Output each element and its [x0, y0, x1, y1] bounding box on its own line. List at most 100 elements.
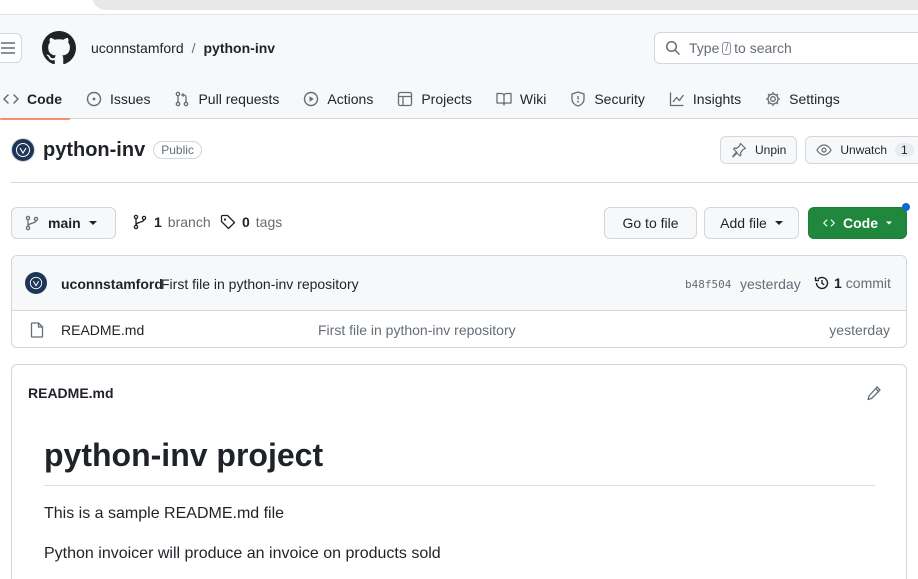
readme-paragraph: Python invoicer will produce an invoice … — [44, 545, 441, 562]
file-icon — [30, 322, 44, 338]
tab-insights[interactable]: Insights — [661, 79, 749, 119]
repo-header: uconnstamford / python-inv Type / to sea… — [0, 15, 918, 120]
caret-down-icon — [88, 221, 97, 225]
tab-label: Issues — [110, 91, 151, 107]
readme-divider — [44, 485, 875, 486]
readme-heading: python-inv project — [44, 437, 324, 473]
owner-avatar[interactable] — [11, 138, 35, 162]
readme-paragraph: This is a sample README.md file — [44, 505, 285, 522]
tab-settings[interactable]: Settings — [757, 79, 848, 119]
code-button-label: Code — [843, 215, 878, 231]
branch-name: main — [48, 215, 81, 231]
branch-count: 1 — [154, 214, 162, 230]
git-pull-request-icon — [176, 91, 189, 107]
table-icon — [398, 91, 413, 107]
file-commit-message[interactable]: First file in python-inv repository — [318, 322, 516, 338]
play-icon — [304, 91, 319, 107]
unpin-button[interactable]: Unpin — [720, 136, 798, 164]
readme-panel: README.md python-inv project This is a s… — [11, 364, 907, 579]
commit-author[interactable]: uconnstamford — [61, 276, 163, 292]
repo-nav-tabs: Code Issues Pull requests Actions Projec… — [0, 79, 856, 120]
browser-tab[interactable] — [92, 0, 918, 10]
tag-count: 0 — [242, 214, 250, 230]
tab-wiki[interactable]: Wiki — [488, 79, 554, 119]
history-icon — [814, 276, 829, 290]
tag-count-label: tags — [255, 214, 283, 230]
book-icon — [496, 92, 512, 106]
visibility-badge: Public — [153, 141, 202, 159]
repo-title-row: python-inv Public — [11, 138, 202, 162]
owner-logo-icon — [29, 276, 43, 290]
branches-link[interactable]: 1 branch — [132, 214, 211, 230]
hamburger-icon — [1, 42, 15, 54]
tab-label: Projects — [421, 91, 472, 107]
tab-security[interactable]: Security — [562, 79, 653, 119]
tab-label: Settings — [789, 91, 840, 107]
repo-actions: Unpin Unwatch 1 — [720, 136, 918, 164]
branch-select-button[interactable]: main — [11, 207, 116, 239]
git-branch-icon — [25, 215, 39, 231]
graph-icon — [669, 92, 684, 107]
tags-link[interactable]: 0 tags — [220, 214, 282, 230]
git-branch-icon — [133, 214, 147, 230]
title-divider — [11, 182, 918, 183]
search-placeholder-prefix: Type — [689, 40, 720, 56]
shield-icon — [571, 91, 585, 107]
browser-tab-strip — [0, 0, 918, 14]
tab-actions[interactable]: Actions — [295, 79, 381, 119]
tab-label: Actions — [327, 91, 374, 107]
code-dropdown-button[interactable]: Code — [808, 207, 907, 239]
search-icon — [665, 40, 681, 56]
tab-label: Code — [27, 91, 62, 107]
go-to-file-button[interactable]: Go to file — [604, 207, 697, 239]
go-to-file-label: Go to file — [622, 215, 679, 231]
add-file-button[interactable]: Add file — [704, 207, 799, 239]
breadcrumb-separator: / — [191, 40, 196, 56]
repo-link[interactable]: python-inv — [204, 40, 276, 56]
caret-down-icon — [886, 221, 892, 225]
pencil-icon[interactable] — [866, 385, 882, 401]
code-icon — [3, 94, 19, 104]
pin-icon — [732, 142, 747, 158]
branch-count-label: branch — [167, 214, 211, 230]
commit-author-avatar[interactable] — [25, 272, 47, 294]
owner-link[interactable]: uconnstamford — [91, 40, 184, 56]
menu-button[interactable] — [0, 33, 22, 63]
search-input[interactable]: Type / to search — [654, 32, 918, 64]
tab-projects[interactable]: Projects — [389, 79, 480, 119]
tab-issues[interactable]: Issues — [78, 79, 158, 119]
unpin-label: Unpin — [755, 143, 787, 157]
tab-label: Insights — [692, 91, 742, 107]
watch-count: 1 — [895, 143, 914, 157]
search-placeholder-suffix: to search — [734, 40, 792, 56]
commit-count: 1 — [834, 275, 842, 291]
commit-time: yesterday — [740, 276, 801, 292]
breadcrumb: uconnstamford / python-inv — [91, 40, 275, 56]
tag-icon — [220, 214, 236, 230]
file-name[interactable]: README.md — [61, 322, 144, 338]
issue-opened-icon — [86, 91, 102, 107]
file-commit-time: yesterday — [829, 322, 890, 338]
file-row[interactable]: README.md First file in python-inv repos… — [12, 311, 906, 347]
tab-pull-requests[interactable]: Pull requests — [166, 79, 287, 119]
readme-filename[interactable]: README.md — [28, 385, 114, 401]
owner-logo-icon — [16, 143, 30, 157]
branch-toolbar: main 1 branch 0 tags Go to file Add file… — [11, 203, 910, 239]
github-logo-icon[interactable] — [42, 31, 76, 65]
eye-icon — [816, 144, 833, 156]
unwatch-button[interactable]: Unwatch 1 — [805, 136, 918, 164]
latest-commit-bar: uconnstamford First file in python-inv r… — [12, 256, 906, 311]
commit-sha[interactable]: b48f504 — [685, 278, 731, 291]
caret-down-icon — [774, 221, 783, 225]
gear-icon — [766, 92, 781, 106]
repo-name[interactable]: python-inv — [43, 139, 145, 162]
commit-history-link[interactable]: 1 commit — [814, 275, 891, 291]
code-icon — [823, 219, 835, 227]
commit-count-label: commit — [845, 275, 891, 291]
tab-label: Security — [594, 91, 645, 107]
unwatch-label: Unwatch — [840, 143, 888, 157]
tab-label: Pull requests — [198, 91, 280, 107]
file-browser: uconnstamford First file in python-inv r… — [11, 255, 907, 348]
commit-message[interactable]: First file in python-inv repository — [161, 276, 359, 292]
tab-code[interactable]: Code — [0, 79, 70, 120]
